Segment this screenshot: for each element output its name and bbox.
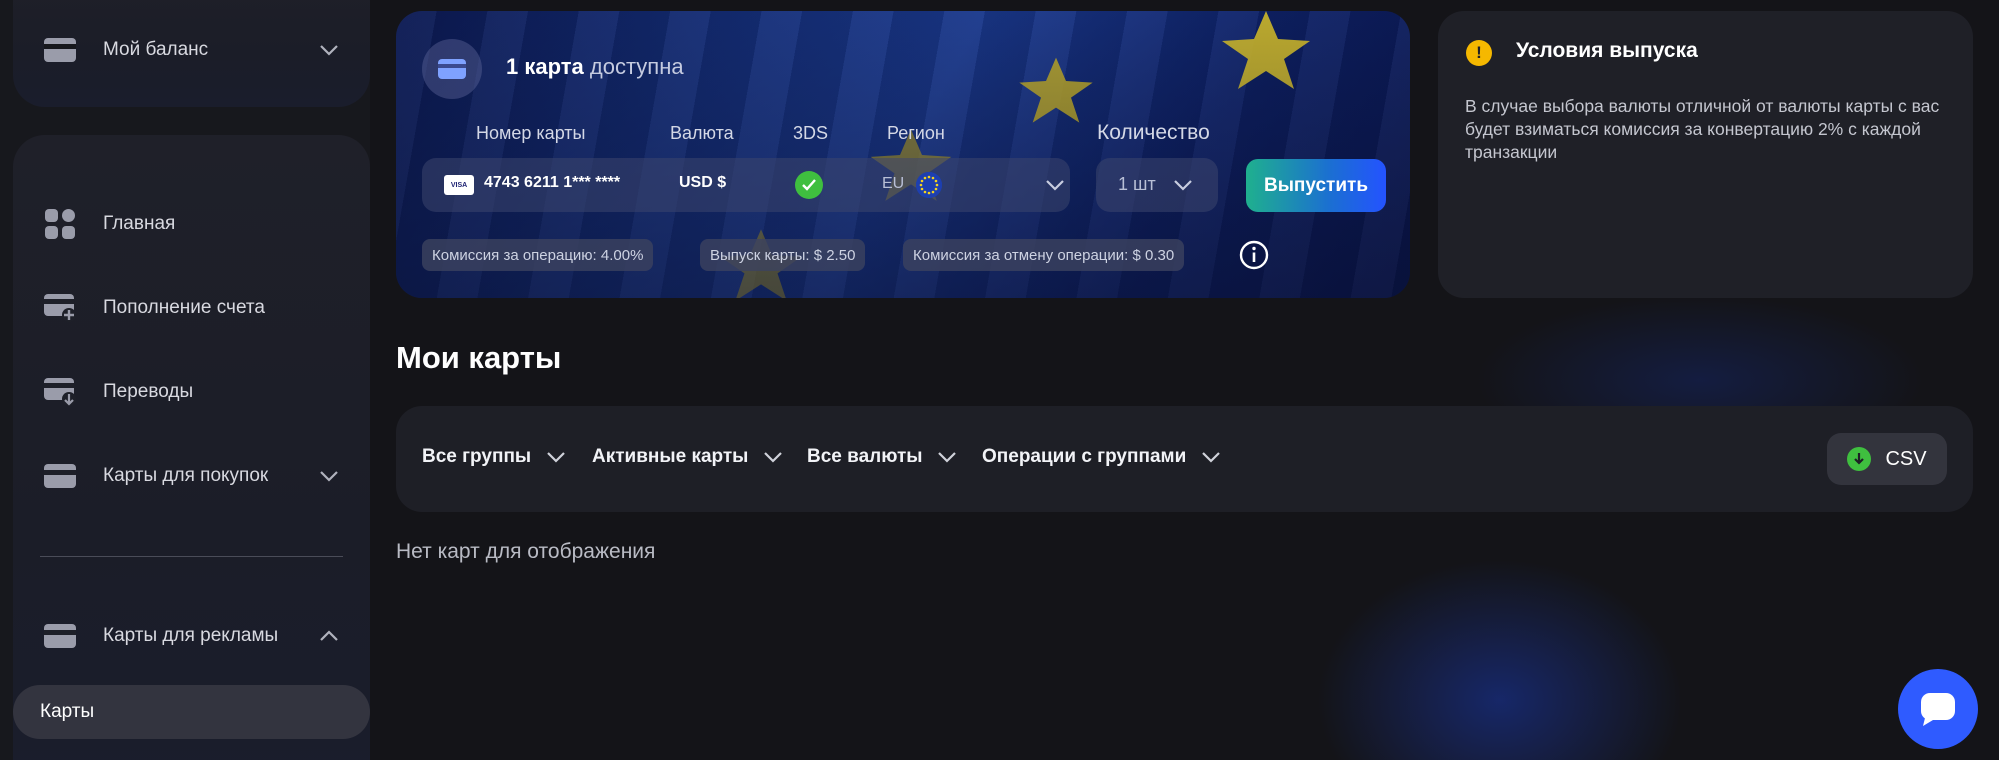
card-number-header: Номер карты bbox=[476, 123, 586, 143]
sidebar-item-ad-cards[interactable]: Карты для рекламы bbox=[13, 606, 370, 666]
available-label: доступна bbox=[589, 54, 684, 79]
filter-label: Операции с группами bbox=[982, 446, 1187, 467]
available-cards-text: 1 карта доступна bbox=[506, 54, 684, 80]
filter-label: Активные карты bbox=[592, 446, 749, 467]
info-icon[interactable] bbox=[1238, 239, 1270, 271]
issue-conditions-panel: ! Условия выпуска В случае выбора валюты… bbox=[1438, 11, 1973, 298]
check-icon bbox=[795, 171, 823, 199]
quantity-value: 1 шт bbox=[1118, 174, 1156, 194]
card-icon bbox=[43, 459, 77, 493]
filters-bar: Все группы Активные карты Все валюты Опе… bbox=[396, 406, 1973, 512]
dashboard-grid-icon bbox=[43, 207, 77, 241]
page-title: Мои карты bbox=[396, 340, 562, 375]
filter-label: Все валюты bbox=[807, 446, 923, 467]
card-badge bbox=[422, 39, 482, 99]
sidebar-item-label: Главная bbox=[103, 213, 176, 234]
region-select[interactable]: EU bbox=[872, 158, 1070, 212]
download-icon bbox=[1847, 447, 1872, 471]
chevron-down-icon bbox=[320, 45, 338, 56]
region-header: Регион bbox=[887, 123, 945, 143]
sidebar-item-label: Переводы bbox=[103, 381, 194, 402]
chevron-down-icon bbox=[1046, 180, 1064, 191]
region-value: EU bbox=[882, 175, 905, 192]
warning-icon: ! bbox=[1466, 40, 1492, 66]
currency-value: USD $ bbox=[679, 174, 727, 191]
sidebar-item-transfers[interactable]: Переводы bbox=[13, 362, 370, 422]
sidebar-item-label: Карты для покупок bbox=[103, 465, 269, 486]
eu-flag-icon bbox=[916, 172, 942, 198]
chevron-down-icon bbox=[320, 471, 338, 482]
card-add-icon bbox=[43, 291, 77, 325]
csv-export-button[interactable]: CSV bbox=[1827, 433, 1947, 485]
empty-state-text: Нет карт для отображения bbox=[396, 540, 656, 563]
threeds-header: 3DS bbox=[793, 123, 829, 143]
chevron-up-icon bbox=[320, 630, 338, 641]
chevron-down-icon bbox=[547, 452, 565, 463]
sidebar: Мой баланс Главная Пополнение счета Пере… bbox=[0, 0, 370, 760]
card-transfer-icon bbox=[43, 375, 77, 409]
wallet-card-icon bbox=[43, 33, 77, 67]
csv-label: CSV bbox=[1885, 447, 1927, 470]
card-icon bbox=[438, 59, 466, 79]
conditions-text: В случае выбора валюты отличной от валют… bbox=[1465, 96, 1940, 162]
chat-icon bbox=[1921, 693, 1955, 726]
available-count: 1 карта bbox=[506, 54, 584, 79]
filter-currencies[interactable]: Все валюты bbox=[807, 446, 958, 468]
filter-group-operations[interactable]: Операции с группами bbox=[982, 446, 1222, 468]
chevron-down-icon bbox=[764, 452, 783, 463]
conditions-title: Условия выпуска bbox=[1516, 39, 1698, 62]
sidebar-item-label: Карты для рекламы bbox=[103, 625, 279, 646]
balance-label: Мой баланс bbox=[103, 39, 209, 60]
chat-button[interactable] bbox=[1898, 669, 1978, 749]
quantity-select[interactable]: 1 шт bbox=[1096, 158, 1218, 212]
fee-operation-chip: Комиссия за операцию: 4.00% bbox=[422, 239, 654, 271]
sidebar-item-topup[interactable]: Пополнение счета bbox=[13, 278, 370, 338]
filter-groups[interactable]: Все группы bbox=[422, 446, 567, 468]
chevron-down-icon bbox=[1174, 180, 1192, 191]
card-number-value: 4743 6211 1*** **** bbox=[484, 174, 621, 191]
sidebar-subitem-cards[interactable]: Карты bbox=[13, 685, 370, 739]
balance-dropdown[interactable]: Мой баланс bbox=[13, 20, 370, 80]
fee-issue-chip: Выпуск карты: $ 2.50 bbox=[700, 239, 866, 271]
quantity-header: Количество bbox=[1097, 121, 1210, 144]
visa-logo: VISA bbox=[444, 175, 474, 195]
filter-card-status[interactable]: Активные карты bbox=[592, 446, 784, 468]
issue-card-button[interactable]: Выпустить bbox=[1246, 159, 1386, 212]
chevron-down-icon bbox=[1202, 452, 1221, 463]
filter-label: Все группы bbox=[422, 446, 532, 467]
chevron-down-icon bbox=[938, 452, 957, 463]
sidebar-item-home[interactable]: Главная bbox=[13, 194, 370, 254]
card-config-bar: VISA 4743 6211 1*** **** USD $ EU bbox=[422, 158, 1070, 212]
fee-cancel-chip: Комиссия за отмену операции: $ 0.30 bbox=[903, 239, 1185, 271]
sidebar-item-label: Пополнение счета bbox=[103, 297, 265, 318]
currency-header: Валюта bbox=[670, 123, 734, 143]
sidebar-divider bbox=[40, 556, 343, 557]
sidebar-item-shopping-cards[interactable]: Карты для покупок bbox=[13, 446, 370, 506]
issue-card-panel: 1 карта доступна Номер карты Валюта 3DS … bbox=[396, 11, 1410, 298]
card-icon bbox=[43, 619, 77, 653]
